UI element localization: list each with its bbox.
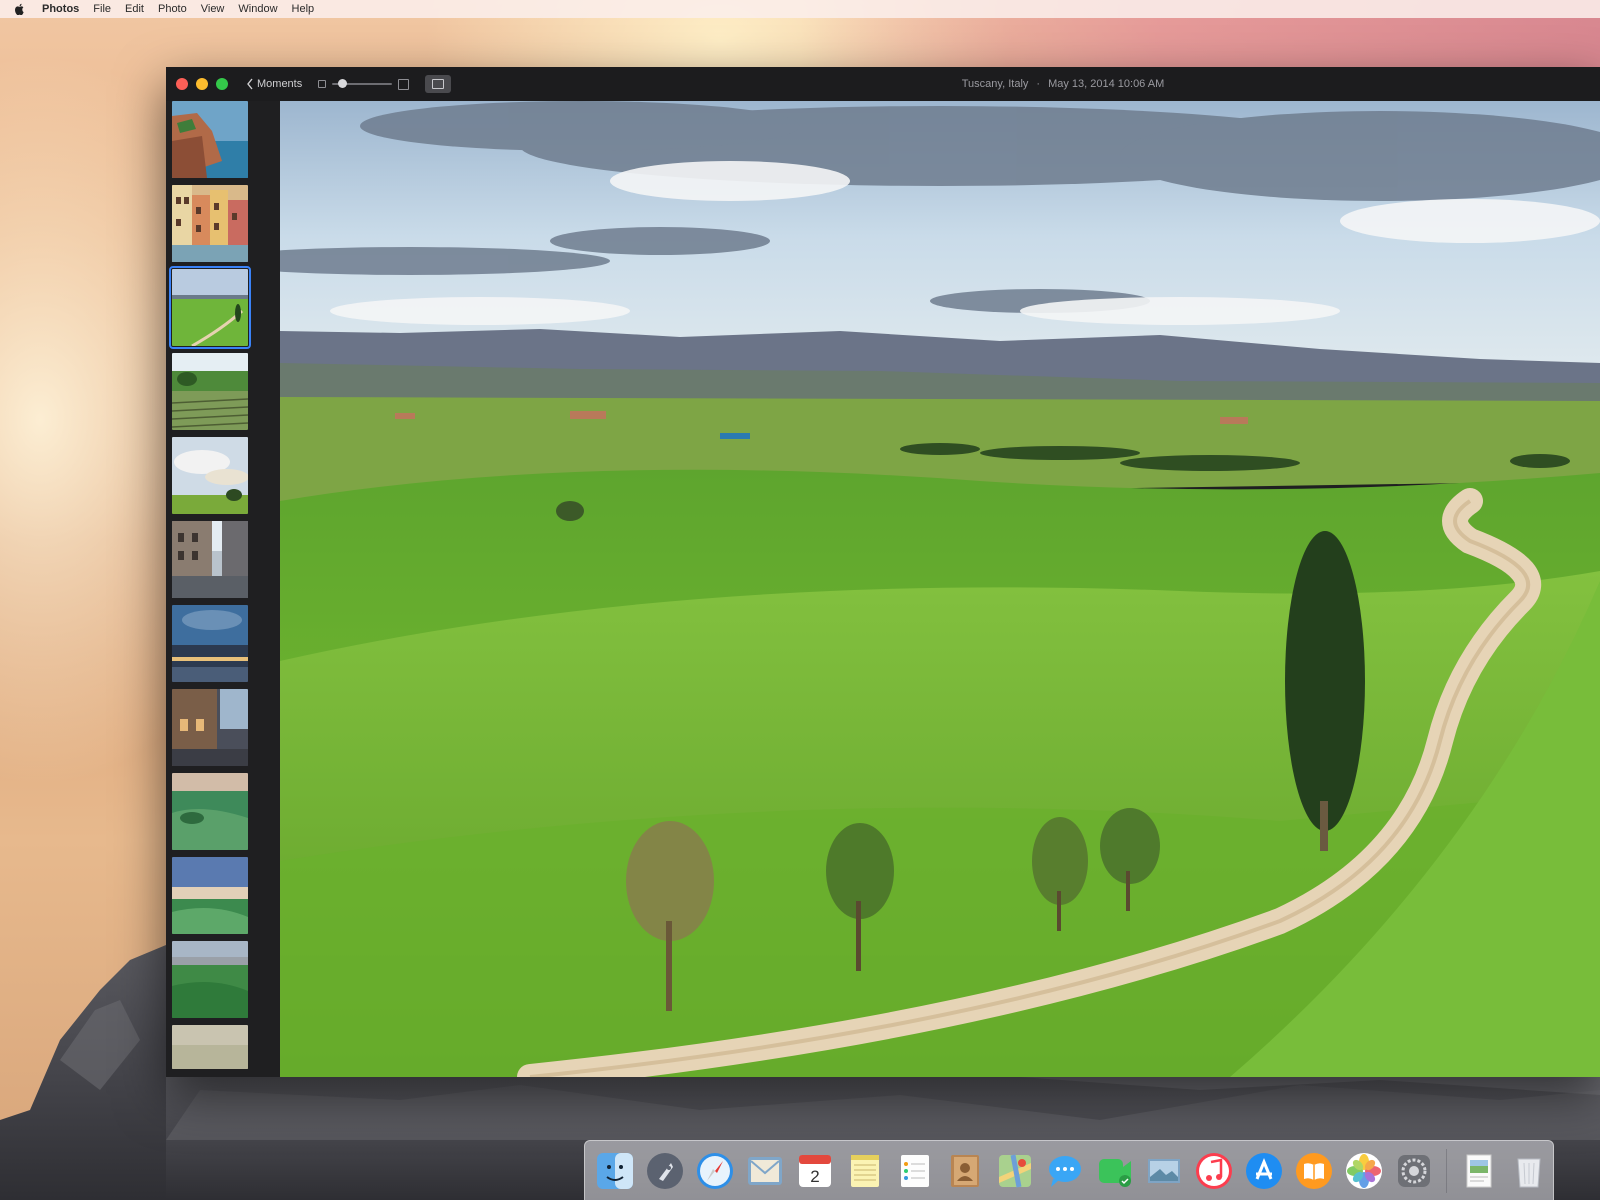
menu-bar: Photos File Edit Photo View Window Help (0, 0, 1600, 18)
close-window-button[interactable] (176, 78, 188, 90)
iphoto-icon[interactable] (1140, 1147, 1188, 1195)
thumbnail-item[interactable] (172, 941, 248, 1018)
minimize-window-button[interactable] (196, 78, 208, 90)
thumbnail-strip[interactable] (166, 101, 272, 1077)
back-to-moments-button[interactable]: Moments (246, 78, 302, 90)
ibooks-icon[interactable] (1290, 1147, 1338, 1195)
menu-file[interactable]: File (93, 3, 111, 15)
thumbnail-item[interactable] (172, 521, 248, 598)
thumbnail-item[interactable] (172, 353, 248, 430)
main-photo-view[interactable] (280, 101, 1600, 1077)
app-store-icon[interactable] (1240, 1147, 1288, 1195)
zoom-slider-knob[interactable] (338, 79, 348, 88)
chevron-left-icon (247, 78, 253, 90)
photos-icon[interactable] (1340, 1147, 1388, 1195)
menu-view[interactable]: View (201, 3, 225, 15)
launchpad-icon[interactable] (641, 1147, 689, 1195)
facetime-icon[interactable] (1091, 1147, 1139, 1195)
thumbnail-item-selected[interactable] (169, 266, 251, 349)
preview-icon[interactable] (1455, 1147, 1503, 1195)
photos-window: Moments Tuscany, Italy · May 13, 2014 10… (166, 67, 1600, 1077)
back-button-label: Moments (257, 78, 303, 90)
safari-icon[interactable] (691, 1147, 739, 1195)
zoom-slider[interactable] (318, 78, 410, 90)
zoom-in-icon (398, 78, 410, 90)
zoom-slider-track[interactable] (332, 79, 393, 88)
thumbnail-item[interactable] (172, 1025, 248, 1069)
maps-icon[interactable] (991, 1147, 1039, 1195)
messages-icon[interactable] (1041, 1147, 1089, 1195)
fullscreen-window-button[interactable] (216, 78, 228, 90)
reminders-icon[interactable] (891, 1147, 939, 1195)
thumbnail-item[interactable] (172, 101, 248, 178)
calendar-date-text: 2 (810, 1167, 819, 1186)
apple-logo-icon[interactable] (14, 3, 26, 15)
finder-icon[interactable] (591, 1147, 639, 1195)
menu-photo[interactable]: Photo (158, 3, 187, 15)
menu-edit[interactable]: Edit (125, 3, 144, 15)
view-mode-toggle-button[interactable] (425, 75, 452, 93)
dock-separator (1446, 1148, 1448, 1193)
menu-help[interactable]: Help (292, 3, 315, 15)
itunes-icon[interactable] (1190, 1147, 1238, 1195)
dock: 2 (584, 1140, 1554, 1200)
mail-icon[interactable] (741, 1147, 789, 1195)
calendar-icon[interactable]: 2 (791, 1147, 839, 1195)
trash-icon[interactable] (1505, 1147, 1553, 1195)
window-titlebar: Moments (166, 67, 1600, 101)
notes-icon[interactable] (841, 1147, 889, 1195)
menu-app-name[interactable]: Photos (42, 3, 79, 15)
single-photo-view-icon (432, 79, 445, 89)
thumbnail-item[interactable] (172, 773, 248, 850)
thumbnail-item[interactable] (172, 437, 248, 514)
tuscany-landscape-photo (280, 101, 1600, 1077)
traffic-lights (176, 78, 228, 90)
thumbnail-item[interactable] (172, 689, 248, 766)
contacts-icon[interactable] (941, 1147, 989, 1195)
thumbnail-item[interactable] (172, 185, 248, 262)
system-preferences-icon[interactable] (1390, 1147, 1438, 1195)
menu-window[interactable]: Window (238, 3, 277, 15)
zoom-out-icon (318, 80, 327, 88)
thumbnail-item[interactable] (172, 857, 248, 934)
thumbnail-item[interactable] (172, 605, 248, 682)
